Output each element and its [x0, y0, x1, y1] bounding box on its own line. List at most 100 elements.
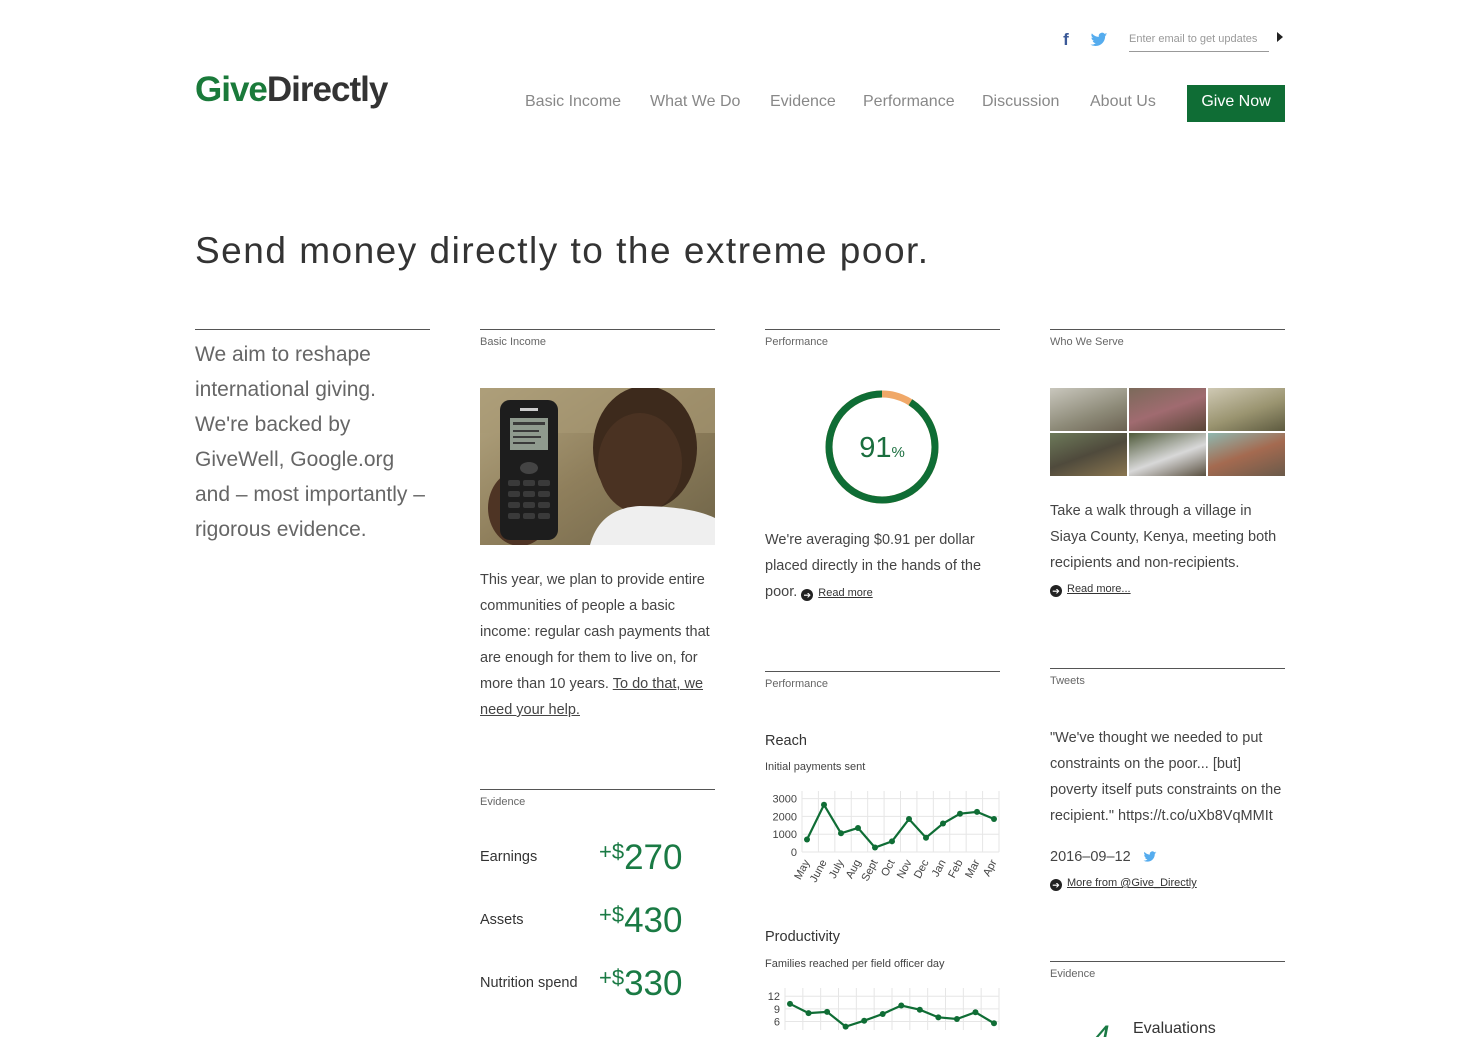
- stat-label-assets: Assets: [480, 912, 524, 928]
- stat-amount: 330: [624, 964, 683, 1003]
- stat-prefix: +$: [599, 839, 625, 864]
- nav-basic-income[interactable]: Basic Income: [525, 93, 621, 111]
- y-tick-label: 1000: [773, 829, 797, 841]
- stat-amount: 430: [624, 901, 683, 940]
- data-point: [972, 1009, 979, 1016]
- stat-prefix: +$: [599, 965, 625, 990]
- data-point: [861, 1017, 868, 1024]
- performance-read-more-link[interactable]: ➔ Read more: [801, 587, 873, 601]
- evaluations-count: 4: [1093, 1020, 1110, 1037]
- logo-give-text: Give: [195, 70, 268, 109]
- nav-evidence[interactable]: Evidence: [770, 93, 836, 111]
- x-tick-label: Sept: [859, 858, 880, 884]
- x-tick-label: Dec: [912, 857, 932, 880]
- intro-text: We aim to reshape international giving. …: [195, 343, 425, 541]
- performance-body: We're averaging $0.91 per dollar placed …: [765, 532, 982, 600]
- evaluations-label: Evaluations: [1133, 1020, 1216, 1037]
- divider: [1050, 668, 1285, 669]
- twitter-icon[interactable]: [1143, 851, 1157, 863]
- donut-unit: %: [891, 444, 905, 461]
- more-tweets-link[interactable]: ➔ More from @Give_Directly: [1050, 877, 1197, 891]
- village-photo[interactable]: [1050, 433, 1127, 476]
- give-now-button[interactable]: Give Now: [1187, 85, 1285, 122]
- givedirectly-logo[interactable]: GiveDirectly: [195, 70, 388, 110]
- x-tick-label: Jan: [930, 858, 949, 879]
- arrow-right-icon: ➔: [1050, 585, 1062, 597]
- x-tick-label: Nov: [895, 857, 915, 880]
- divider: [480, 329, 715, 330]
- divider: [1050, 961, 1285, 962]
- y-tick-label: 3000: [773, 794, 797, 806]
- section-label-evidence-2: Evidence: [1050, 968, 1096, 980]
- divider: [765, 671, 1000, 672]
- data-point: [821, 801, 827, 808]
- basic-income-body: This year, we plan to provide entire com…: [480, 572, 710, 692]
- stat-label-nutrition: Nutrition spend: [480, 975, 578, 991]
- data-point: [916, 1006, 923, 1013]
- hero-headline: Send money directly to the extreme poor.: [195, 230, 930, 271]
- data-point: [804, 836, 810, 843]
- village-photo[interactable]: [1208, 388, 1285, 431]
- y-tick-label: 0: [791, 847, 797, 859]
- x-tick-label: July: [827, 857, 847, 880]
- tweet-date: 2016–09–12: [1050, 849, 1131, 865]
- y-tick-label: 6: [774, 1017, 780, 1029]
- reach-line-chart: 0100020003000MayJuneJulyAugSeptOctNovDec…: [773, 791, 1000, 885]
- stat-value-assets: +$430: [599, 901, 683, 941]
- village-photo[interactable]: [1129, 388, 1206, 431]
- data-point: [787, 1000, 793, 1007]
- y-tick-label: 9: [774, 1004, 780, 1016]
- section-label-evidence: Evidence: [480, 796, 526, 808]
- data-point: [940, 820, 946, 827]
- data-point: [953, 1016, 960, 1023]
- twitter-icon[interactable]: [1090, 32, 1108, 48]
- logo-directly-text: Directly: [266, 70, 388, 109]
- section-label-basic-income: Basic Income: [480, 336, 547, 348]
- section-label-performance-2: Performance: [765, 678, 828, 690]
- who-we-serve-text: Take a walk through a village in Siaya C…: [1050, 503, 1277, 571]
- donut-value-label: 91%: [823, 432, 941, 465]
- village-photo[interactable]: [1129, 433, 1206, 476]
- donut-number: 91: [859, 432, 892, 464]
- productivity-chart-title: Productivity: [765, 929, 840, 945]
- data-point: [957, 810, 963, 817]
- nav-performance[interactable]: Performance: [863, 93, 955, 111]
- email-signup-input[interactable]: [1129, 26, 1269, 52]
- stat-amount: 270: [624, 838, 683, 877]
- data-point: [879, 1010, 886, 1017]
- y-tick-label: 12: [768, 991, 780, 1003]
- productivity-line-chart: 6912: [768, 988, 1000, 1030]
- nav-about-us[interactable]: About Us: [1090, 93, 1156, 111]
- nav-what-we-do[interactable]: What We Do: [650, 93, 740, 111]
- x-tick-label: June: [808, 858, 830, 885]
- reach-chart-title: Reach: [765, 733, 807, 749]
- basic-income-text: This year, we plan to provide entire com…: [480, 567, 720, 723]
- tweet-text: "We've thought we needed to put constrai…: [1050, 730, 1282, 824]
- facebook-icon[interactable]: f: [1058, 30, 1074, 50]
- data-point: [898, 1002, 905, 1009]
- reach-chart-subtitle: Initial payments sent: [765, 761, 866, 773]
- woman-with-phone-photo: [480, 388, 715, 545]
- who-we-serve-read-more-link[interactable]: ➔ Read more...: [1050, 583, 1131, 597]
- stat-value-earnings: +$270: [599, 838, 683, 878]
- section-label-performance: Performance: [765, 336, 828, 348]
- village-photo-grid[interactable]: [1050, 388, 1285, 476]
- data-point: [838, 830, 844, 837]
- village-photo[interactable]: [1208, 433, 1285, 476]
- data-point: [991, 816, 997, 823]
- data-point: [991, 1020, 997, 1027]
- section-label-tweets: Tweets: [1050, 675, 1085, 687]
- read-more-text: Read more: [818, 587, 873, 599]
- productivity-chart-subtitle: Families reached per field officer day: [765, 958, 945, 970]
- data-point: [889, 838, 895, 845]
- arrow-right-icon: ➔: [1050, 879, 1062, 891]
- data-point: [824, 1008, 831, 1015]
- nav-discussion[interactable]: Discussion: [982, 93, 1059, 111]
- data-point: [923, 834, 929, 841]
- email-submit-button[interactable]: [1277, 32, 1283, 42]
- more-tweets-text: More from @Give_Directly: [1067, 877, 1197, 889]
- data-point: [974, 808, 980, 815]
- village-photo[interactable]: [1050, 388, 1127, 431]
- x-tick-label: Feb: [946, 858, 966, 880]
- data-point: [805, 1010, 812, 1017]
